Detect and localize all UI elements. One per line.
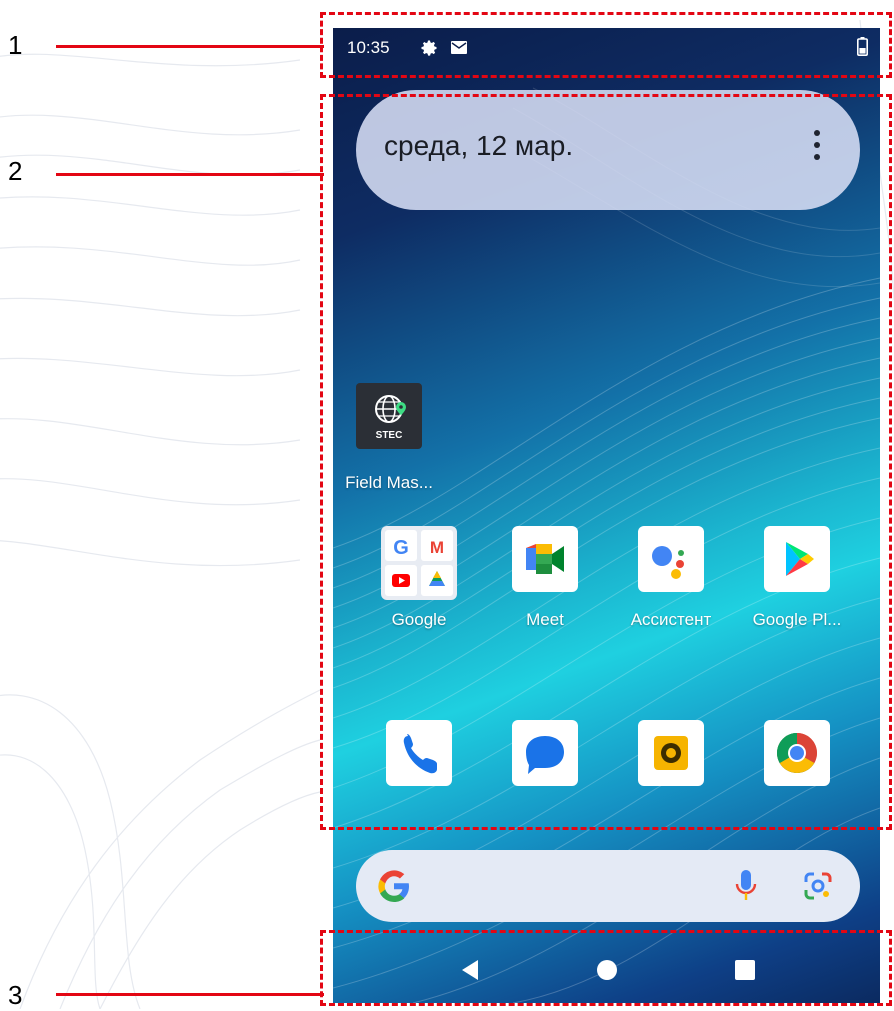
callout-1: 1 — [8, 30, 23, 60]
google-search-bar[interactable] — [356, 850, 860, 922]
annotation-box-status-bar — [320, 12, 892, 78]
callout-2: 2 — [8, 156, 23, 186]
leader-line-2 — [56, 173, 324, 176]
google-g-icon — [378, 870, 409, 902]
lens-icon[interactable] — [802, 870, 834, 902]
annotation-box-home-area — [320, 94, 892, 830]
leader-line-3 — [56, 993, 324, 996]
annotation-box-nav-bar — [320, 930, 892, 1006]
callout-3: 3 — [8, 980, 23, 1010]
mic-icon[interactable] — [734, 868, 758, 904]
leader-line-1 — [56, 45, 324, 48]
